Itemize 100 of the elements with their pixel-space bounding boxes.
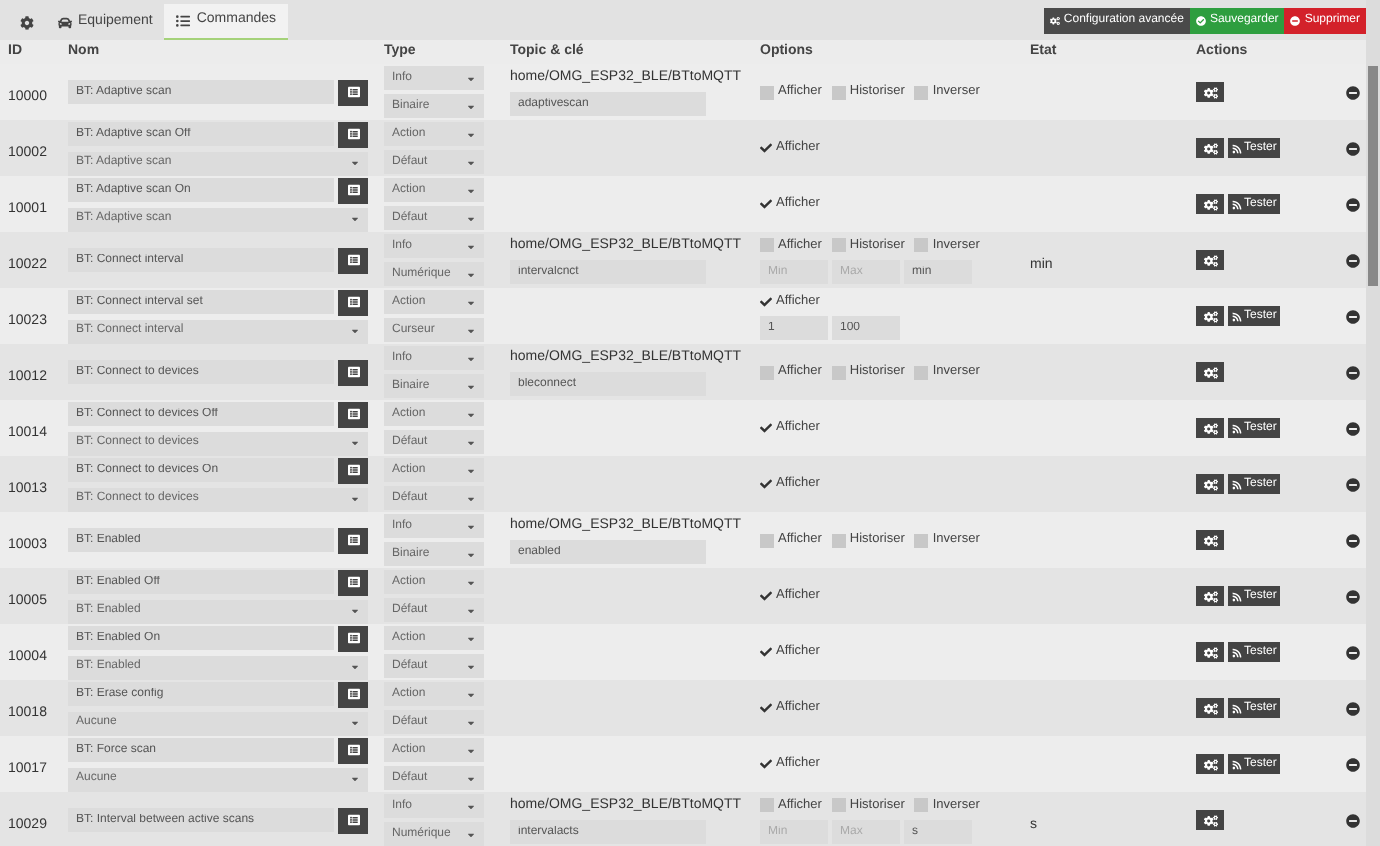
list-button[interactable] xyxy=(338,79,368,105)
checkbox[interactable] xyxy=(914,365,929,379)
checkbox-checked[interactable] xyxy=(760,422,772,434)
caret-icon xyxy=(466,101,476,111)
list-icon xyxy=(347,576,359,588)
caret-icon xyxy=(350,662,360,672)
list-icon xyxy=(347,86,359,98)
list-button[interactable] xyxy=(338,625,368,651)
remove-icon[interactable] xyxy=(1346,197,1360,211)
checkbox-checked[interactable] xyxy=(760,758,772,770)
remove-icon[interactable] xyxy=(1346,85,1360,99)
remove-icon[interactable] xyxy=(1346,701,1360,715)
caret-icon xyxy=(350,606,360,616)
checkbox[interactable] xyxy=(760,365,774,379)
settings-icon xyxy=(1203,645,1217,659)
settings-button[interactable] xyxy=(1196,530,1224,550)
checkbox[interactable] xyxy=(831,365,846,379)
settings-icon xyxy=(1203,477,1217,491)
settings-icon xyxy=(1203,365,1217,379)
caret-icon xyxy=(466,241,476,251)
list-button[interactable] xyxy=(338,121,368,147)
rss-icon xyxy=(1232,311,1242,321)
caret-icon xyxy=(350,774,360,784)
scrollbar[interactable] xyxy=(1366,0,1380,846)
checkbox-checked[interactable] xyxy=(760,142,772,154)
caret-icon xyxy=(350,438,360,448)
settings-button[interactable] xyxy=(1196,82,1224,102)
caret-icon xyxy=(466,269,476,279)
settings-icon xyxy=(1203,701,1217,715)
checkbox[interactable] xyxy=(760,533,774,547)
remove-icon[interactable] xyxy=(1346,365,1360,379)
checkbox-checked[interactable] xyxy=(760,478,772,490)
remove-icon[interactable] xyxy=(1346,141,1360,155)
list-button[interactable] xyxy=(338,457,368,483)
caret-icon xyxy=(466,745,476,755)
list-icon xyxy=(347,632,359,644)
settings-button[interactable] xyxy=(1196,754,1224,774)
settings-icon xyxy=(1203,309,1217,323)
list-button[interactable] xyxy=(338,807,368,833)
settings-button[interactable] xyxy=(1196,362,1224,382)
settings-button[interactable] xyxy=(1196,810,1224,830)
settings-button[interactable] xyxy=(1196,194,1224,214)
remove-icon[interactable] xyxy=(1346,309,1360,323)
checkbox-checked[interactable] xyxy=(760,646,772,658)
caret-icon xyxy=(466,633,476,643)
checkbox[interactable] xyxy=(760,85,774,99)
remove-icon[interactable] xyxy=(1346,533,1360,547)
list-button[interactable] xyxy=(338,401,368,427)
checkbox[interactable] xyxy=(760,238,774,252)
remove-icon[interactable] xyxy=(1346,589,1360,603)
settings-button[interactable] xyxy=(1196,418,1224,438)
caret-icon xyxy=(466,717,476,727)
settings-button[interactable] xyxy=(1196,306,1224,326)
list-button[interactable] xyxy=(338,737,368,763)
remove-icon[interactable] xyxy=(1346,421,1360,435)
list-icon xyxy=(347,814,359,826)
list-button[interactable] xyxy=(338,569,368,595)
remove-icon[interactable] xyxy=(1346,477,1360,491)
settings-button[interactable] xyxy=(1196,250,1224,270)
checkbox[interactable] xyxy=(914,85,929,99)
checkbox-checked[interactable] xyxy=(760,590,772,602)
settings-button[interactable] xyxy=(1196,474,1224,494)
settings-button[interactable] xyxy=(1196,698,1224,718)
caret-icon xyxy=(466,661,476,671)
checkbox[interactable] xyxy=(831,85,846,99)
checkbox[interactable] xyxy=(831,238,846,252)
settings-button[interactable] xyxy=(1196,138,1224,158)
caret-icon xyxy=(466,325,476,335)
caret-icon xyxy=(350,158,360,168)
remove-icon[interactable] xyxy=(1346,813,1360,827)
settings-button[interactable] xyxy=(1196,586,1224,606)
checkbox[interactable] xyxy=(831,533,846,547)
checkbox-checked[interactable] xyxy=(760,198,772,210)
checkbox[interactable] xyxy=(914,798,929,812)
checkbox[interactable] xyxy=(831,798,846,812)
remove-icon[interactable] xyxy=(1346,253,1360,267)
settings-button[interactable] xyxy=(1196,642,1224,662)
list-icon xyxy=(347,184,359,196)
list-icon xyxy=(347,254,359,266)
list-button[interactable] xyxy=(338,681,368,707)
list-button[interactable] xyxy=(338,247,368,273)
checkbox-checked[interactable] xyxy=(760,702,772,714)
list-button[interactable] xyxy=(338,177,368,203)
list-button[interactable] xyxy=(338,359,368,385)
checkbox[interactable] xyxy=(914,238,929,252)
caret-icon xyxy=(466,577,476,587)
rss-icon xyxy=(1232,759,1242,769)
checkbox-checked[interactable] xyxy=(760,295,772,307)
remove-icon[interactable] xyxy=(1346,645,1360,659)
list-button[interactable] xyxy=(338,527,368,553)
checkbox[interactable] xyxy=(914,533,929,547)
caret-icon xyxy=(466,437,476,447)
list-button[interactable] xyxy=(338,289,368,315)
caret-icon xyxy=(350,214,360,224)
car-icon xyxy=(58,15,72,29)
caret-icon xyxy=(466,381,476,391)
remove-icon[interactable] xyxy=(1346,757,1360,771)
settings-icon xyxy=(1203,253,1217,267)
checkbox[interactable] xyxy=(760,798,774,812)
rss-icon xyxy=(1232,199,1242,209)
